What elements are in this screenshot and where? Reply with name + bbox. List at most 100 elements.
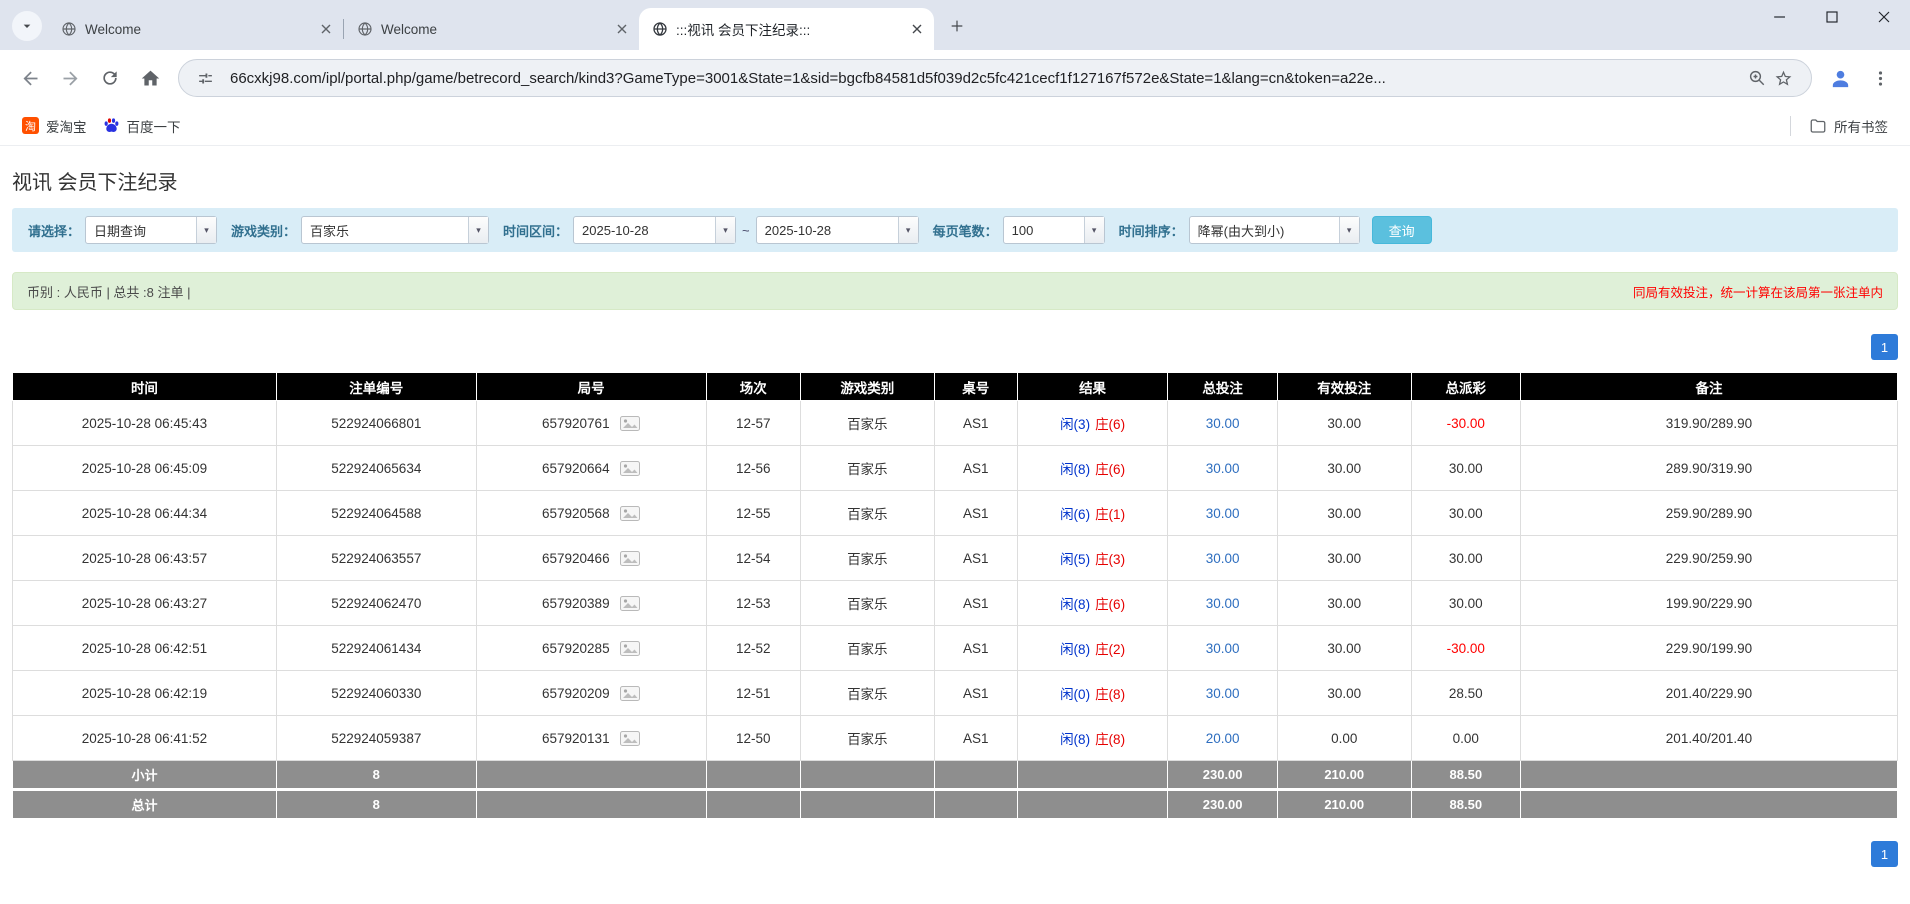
bet-records-table: 时间 注单编号 局号 场次 游戏类别 桌号 结果 总投注 有效投注 总派彩 备注… [12, 372, 1899, 819]
cell-total-bet: 30.00 [1167, 490, 1278, 536]
forward-button[interactable] [50, 58, 90, 98]
cell-result: 闲(0) 庄(8) [1016, 670, 1169, 716]
minimize-button[interactable] [1754, 0, 1806, 34]
address-bar[interactable]: 66cxkj98.com/ipl/portal.php/game/betreco… [178, 59, 1812, 97]
table-row: 2025-10-28 06:43:27 522924062470 657920389… [12, 580, 1899, 626]
cell-time: 2025-10-28 06:41:52 [12, 715, 277, 761]
cell-round: 657920568 [475, 490, 707, 536]
cell-result: 闲(8) 庄(8) [1016, 715, 1169, 761]
maximize-button[interactable] [1806, 0, 1858, 34]
folder-icon [1809, 117, 1827, 135]
profile-button[interactable] [1820, 58, 1860, 98]
subtotal-payout: 88.50 [1410, 760, 1521, 791]
total-bet-link[interactable]: 30.00 [1206, 461, 1240, 476]
chevron-down-icon[interactable]: ▾ [1083, 217, 1104, 243]
cell-bet-id: 522924064588 [275, 490, 477, 536]
banker-result: 庄(8) [1095, 732, 1126, 747]
query-type-label: 请选择： [28, 223, 81, 239]
total-bet-link[interactable]: 30.00 [1206, 551, 1240, 566]
new-tab-button[interactable] [942, 11, 972, 41]
cards-icon[interactable] [620, 595, 641, 611]
cell-result: 闲(8) 庄(2) [1016, 625, 1169, 671]
tab-welcome-2[interactable]: Welcome [344, 8, 639, 50]
cell-payout: 30.00 [1410, 490, 1521, 536]
cards-icon[interactable] [620, 415, 641, 431]
bookmark-star-icon[interactable] [1770, 69, 1797, 88]
page-number-button[interactable]: 1 [1871, 334, 1898, 360]
chevron-down-icon[interactable]: ▾ [715, 217, 736, 243]
tab-close-icon[interactable] [612, 20, 631, 39]
total-bet-link[interactable]: 30.00 [1206, 416, 1240, 431]
cell-bet-id: 522924063557 [275, 535, 477, 581]
cell-time: 2025-10-28 06:42:51 [12, 625, 277, 671]
cell-round: 657920761 [475, 400, 707, 446]
page-size-label: 每页笔数： [932, 223, 998, 239]
bookmark-label: 百度一下 [126, 119, 181, 135]
game-type-select[interactable]: 百家乐 ▾ [301, 216, 490, 244]
total-valid-bet: 210.00 [1276, 789, 1412, 819]
cell-game-type: 百家乐 [799, 400, 935, 446]
banker-result: 庄(8) [1095, 687, 1126, 702]
site-info-icon[interactable] [193, 70, 218, 87]
window-controls [1754, 0, 1910, 34]
bookmark-baidu[interactable]: 百度一下 [95, 112, 189, 140]
total-bet-link[interactable]: 30.00 [1206, 641, 1240, 656]
chevron-down-icon[interactable]: ▾ [196, 217, 217, 243]
query-type-select[interactable]: 日期查询 ▾ [85, 216, 218, 244]
cell-note: 289.90/319.90 [1519, 445, 1899, 491]
reload-button[interactable] [90, 58, 130, 98]
page-number-button[interactable]: 1 [1871, 841, 1898, 867]
tab-bet-record[interactable]: :::视讯 会员下注纪录::: [639, 8, 934, 50]
tab-welcome-1[interactable]: Welcome [48, 8, 343, 50]
banker-result: 庄(6) [1095, 417, 1126, 432]
banker-result: 庄(2) [1095, 642, 1126, 657]
home-icon [141, 70, 159, 85]
chevron-down-icon[interactable]: ▾ [468, 217, 489, 243]
player-result: 闲(8) [1060, 462, 1091, 477]
cell-note: 259.90/289.90 [1519, 490, 1899, 536]
bookmark-taobao[interactable]: 淘 爱淘宝 [14, 112, 95, 140]
back-button[interactable] [10, 58, 50, 98]
globe-icon [60, 21, 77, 38]
table-row: 2025-10-28 06:42:19 522924060330 657920209… [12, 670, 1899, 716]
cell-game-type: 百家乐 [799, 715, 935, 761]
total-bet-link[interactable]: 30.00 [1206, 506, 1240, 521]
three-dots-icon [1878, 70, 1882, 86]
cell-total-bet: 30.00 [1167, 400, 1278, 446]
cell-result: 闲(6) 庄(1) [1016, 490, 1169, 536]
taobao-icon: 淘 [22, 117, 39, 134]
player-result: 闲(6) [1060, 507, 1091, 522]
date-from-select[interactable]: 2025-10-28 ▾ [573, 216, 737, 244]
home-button[interactable] [130, 58, 170, 98]
cell-note: 199.90/229.90 [1519, 580, 1899, 626]
cards-icon[interactable] [620, 730, 641, 746]
tab-search-button[interactable] [12, 11, 42, 41]
chevron-down-icon [23, 24, 31, 28]
chevron-down-icon[interactable]: ▾ [897, 217, 918, 243]
zoom-icon[interactable] [1744, 69, 1770, 87]
total-bet-link[interactable]: 30.00 [1206, 686, 1240, 701]
bookmarks-divider [1790, 115, 1791, 136]
date-to-select[interactable]: 2025-10-28 ▾ [755, 216, 919, 244]
menu-button[interactable] [1860, 58, 1900, 98]
cards-icon[interactable] [620, 505, 641, 521]
cards-icon[interactable] [620, 640, 641, 656]
combo-value: 100 [1011, 222, 1034, 238]
cell-table-no: AS1 [933, 625, 1018, 671]
all-bookmarks-button[interactable]: 所有书签 [1801, 112, 1896, 140]
total-bet-link[interactable]: 30.00 [1206, 596, 1240, 611]
url-text[interactable]: 66cxkj98.com/ipl/portal.php/game/betreco… [230, 70, 1732, 87]
tab-close-icon[interactable] [316, 20, 335, 39]
page-content: 视讯 会员下注纪录 请选择： 日期查询 ▾ 游戏类别： 百家乐 ▾ 时间区间： … [0, 146, 1910, 904]
cards-icon[interactable] [620, 550, 641, 566]
search-button[interactable]: 查询 [1371, 216, 1432, 244]
cards-icon[interactable] [620, 685, 641, 701]
chevron-down-icon[interactable]: ▾ [1338, 217, 1359, 243]
cell-session: 12-57 [705, 400, 801, 446]
total-bet-link[interactable]: 20.00 [1206, 731, 1240, 746]
page-size-select[interactable]: 100 ▾ [1002, 216, 1105, 244]
close-button[interactable] [1858, 0, 1910, 34]
tab-close-icon[interactable] [907, 20, 926, 39]
sort-order-select[interactable]: 降幂(由大到小) ▾ [1188, 216, 1360, 244]
cards-icon[interactable] [620, 460, 641, 476]
